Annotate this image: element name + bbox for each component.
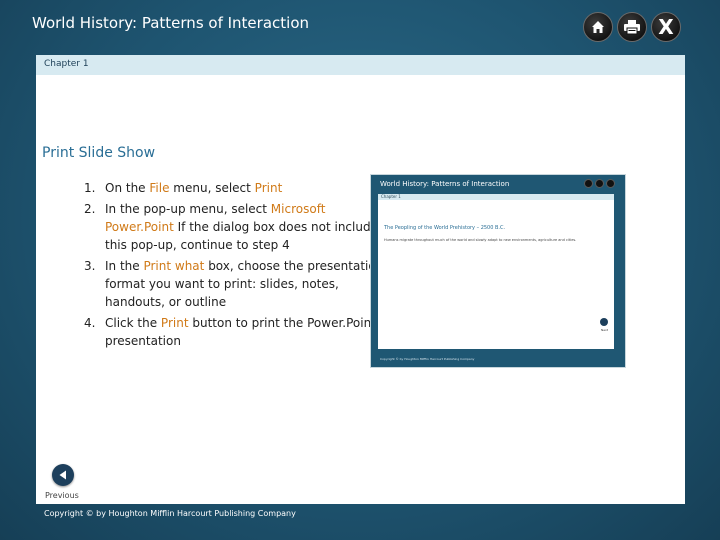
preview-home-icon xyxy=(584,179,593,188)
toolbar: X xyxy=(583,12,681,42)
chapter-label: Chapter 1 xyxy=(44,59,89,69)
preview-content: The Peopling of the World Prehistory – 2… xyxy=(378,200,614,349)
step-number: 1. xyxy=(84,181,96,195)
step-item: 3. In the Print what box, choose the pre… xyxy=(84,257,394,311)
close-button[interactable]: X xyxy=(651,12,681,42)
preview-printer-icon xyxy=(595,179,604,188)
step-text: In the Print what box, choose the presen… xyxy=(105,259,384,309)
section-title: Print Slide Show xyxy=(42,145,156,161)
preview-text: Humans migrate throughout much of the wo… xyxy=(384,238,577,242)
home-icon xyxy=(592,21,604,33)
step-item: 1. On the File menu, select Print xyxy=(84,179,394,197)
copyright-text: Copyright © by Houghton Mifflin Harcourt… xyxy=(44,509,296,518)
preview-toolbar xyxy=(584,179,615,188)
preview-next-icon xyxy=(600,318,608,326)
steps-list: 1. On the File menu, select Print 2. In … xyxy=(84,179,394,353)
footer-bar: Copyright © by Houghton Mifflin Harcourt… xyxy=(36,504,685,524)
arrow-left-icon xyxy=(59,470,66,480)
previous-label: Previous xyxy=(45,491,79,500)
preview-title: World History: Patterns of Interaction xyxy=(380,180,510,188)
home-button[interactable] xyxy=(583,12,613,42)
step-text: On the File menu, select Print xyxy=(105,181,283,195)
preview-close-icon xyxy=(606,179,615,188)
app-title: World History: Patterns of Interaction xyxy=(32,14,310,32)
step-number: 2. xyxy=(84,202,96,216)
step-item: 2. In the pop-up menu, select Microsoft … xyxy=(84,200,394,254)
content-panel: Print Slide Show 1. On the File menu, se… xyxy=(36,75,685,504)
preview-next-label: Next xyxy=(601,328,608,332)
step-number: 3. xyxy=(84,259,96,273)
step-text: Click the Print button to print the Powe… xyxy=(105,316,376,348)
print-button[interactable] xyxy=(617,12,647,42)
preview-heading: The Peopling of the World Prehistory – 2… xyxy=(384,225,506,231)
step-item: 4. Click the Print button to print the P… xyxy=(84,314,394,350)
slide-preview: World History: Patterns of Interaction C… xyxy=(370,174,626,368)
close-icon: X xyxy=(658,15,674,39)
preview-footer: Copyright © by Houghton Mifflin Harcourt… xyxy=(380,357,475,361)
chapter-bar: Chapter 1 xyxy=(36,55,685,75)
step-number: 4. xyxy=(84,316,96,330)
printer-icon xyxy=(624,20,640,35)
step-text: In the pop-up menu, select Microsoft Pow… xyxy=(105,202,378,252)
previous-button[interactable] xyxy=(52,464,74,486)
